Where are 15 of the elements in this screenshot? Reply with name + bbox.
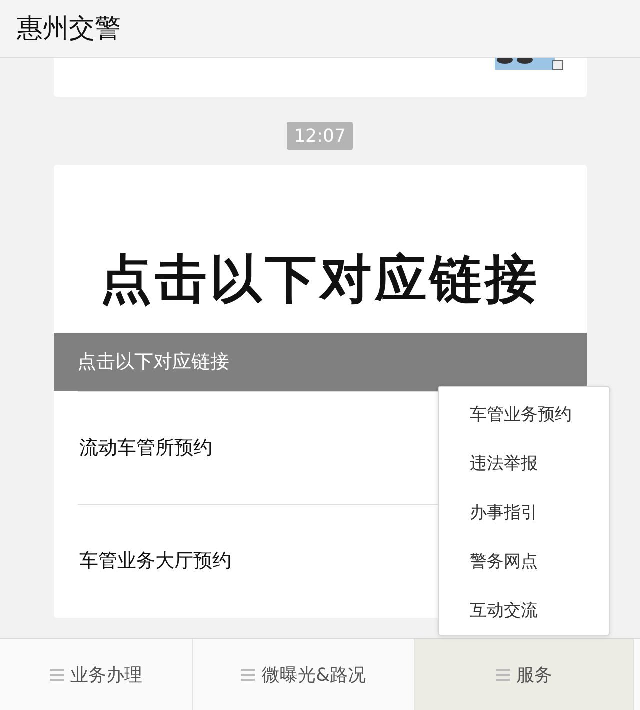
- timestamp: 12:07: [287, 122, 353, 150]
- menu-icon: [496, 668, 510, 680]
- menu-item[interactable]: 车管业务预约: [470, 403, 572, 426]
- menu-item[interactable]: 办事指引: [470, 501, 538, 524]
- article-link[interactable]: 流动车管所预约: [80, 435, 212, 461]
- banner-heading: 点击以下对应链接: [100, 252, 540, 309]
- article-link[interactable]: 车管业务大厅预约: [80, 548, 232, 574]
- menu-icon: [50, 668, 64, 680]
- caption-text: 点击以下对应链接: [78, 350, 230, 375]
- menu-item[interactable]: 警务网点: [470, 550, 538, 573]
- menu-item[interactable]: 互动交流: [470, 599, 538, 622]
- menu-icon: [240, 668, 255, 680]
- nav-tab[interactable]: 服务: [415, 639, 634, 710]
- menu-item[interactable]: 违法举报: [470, 452, 538, 475]
- page-title: 惠州交警: [17, 13, 121, 46]
